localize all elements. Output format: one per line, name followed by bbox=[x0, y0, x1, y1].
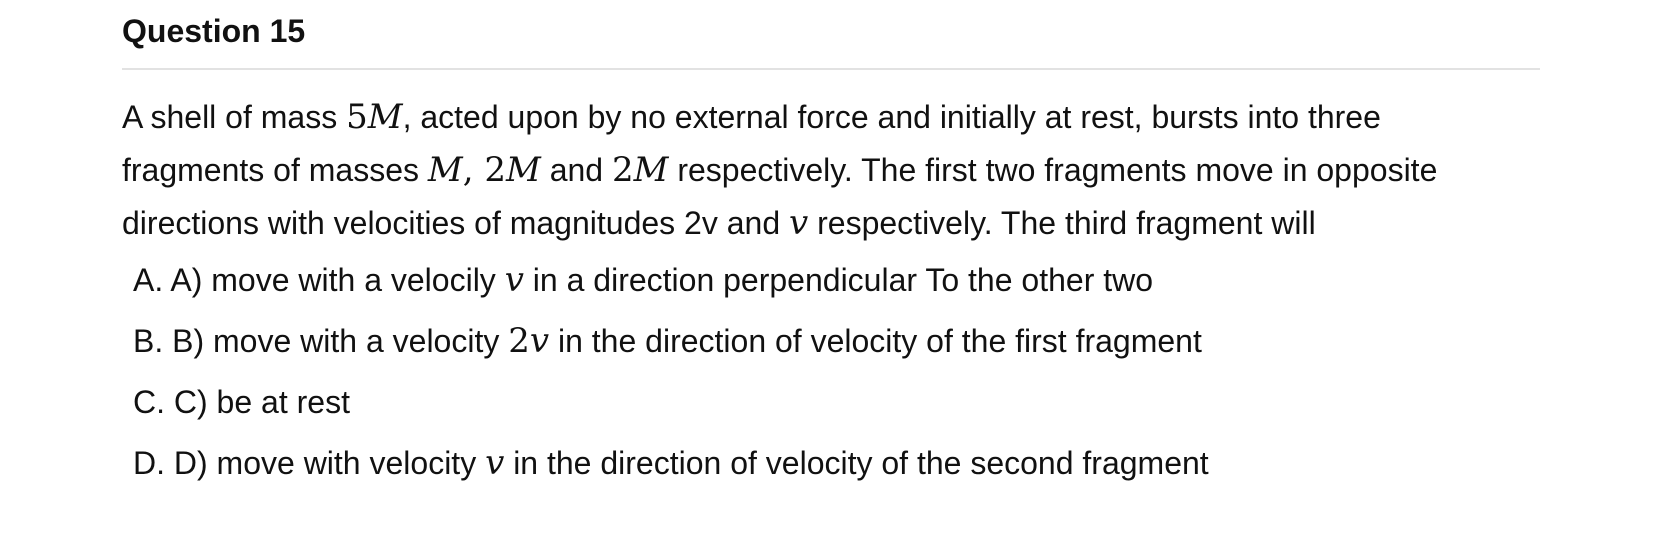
question-title: Question 15 bbox=[122, 13, 306, 49]
option-text: in the direction of velocity of the firs… bbox=[549, 323, 1202, 359]
option-text: D) move with velocity bbox=[165, 445, 486, 481]
option-letter: D. bbox=[133, 445, 165, 481]
option-letter: A. bbox=[133, 262, 164, 298]
option-text: in a direction perpendicular To the othe… bbox=[523, 262, 1154, 298]
stem-text: fragments of masses bbox=[122, 152, 428, 188]
math-variable: v bbox=[504, 260, 524, 300]
option-letter: C. bbox=[133, 384, 165, 420]
math-variable: M bbox=[505, 150, 541, 190]
stem-text: directions with velocities of magnitudes… bbox=[122, 205, 790, 241]
option-text: C) be at rest bbox=[165, 384, 350, 420]
option-c[interactable]: C. C) be at rest bbox=[133, 381, 350, 423]
stem-line-3: directions with velocities of magnitudes… bbox=[122, 197, 1542, 250]
option-text: in the direction of velocity of the seco… bbox=[504, 445, 1209, 481]
option-d[interactable]: D. D) move with velocity v in the direct… bbox=[133, 442, 1209, 484]
option-letter: B. bbox=[133, 323, 164, 359]
math-variable: v bbox=[529, 321, 550, 361]
math-expression: 2M bbox=[612, 150, 668, 190]
option-text: B) move with a velocity bbox=[163, 323, 509, 359]
stem-line-1: A shell of mass 5M, acted upon by no ext… bbox=[122, 91, 1542, 144]
math-number: 2 bbox=[611, 150, 634, 190]
option-text: A) move with a velocily bbox=[163, 262, 505, 298]
stem-text: and bbox=[540, 152, 612, 188]
math-number: 5 bbox=[346, 97, 368, 137]
math-expression: v bbox=[505, 260, 524, 300]
question-stem: A shell of mass 5M, acted upon by no ext… bbox=[122, 91, 1542, 250]
stem-text: respectively. The first two fragments mo… bbox=[668, 152, 1438, 188]
math-number: , 2 bbox=[462, 150, 506, 190]
stem-text: , acted upon by no external force and in… bbox=[402, 99, 1381, 135]
stem-text: respectively. The third fragment will bbox=[808, 205, 1316, 241]
stem-line-2: fragments of masses M, 2M and 2M respect… bbox=[122, 144, 1542, 197]
option-a[interactable]: A. A) move with a velocily v in a direct… bbox=[133, 259, 1153, 301]
math-variable: M bbox=[633, 150, 669, 190]
option-b[interactable]: B. B) move with a velocity 2v in the dir… bbox=[133, 320, 1202, 362]
math-expression: 5M bbox=[346, 97, 402, 137]
math-expression: v bbox=[485, 443, 504, 483]
math-variable: v bbox=[789, 203, 809, 243]
divider bbox=[122, 68, 1540, 70]
stem-text: A shell of mass bbox=[122, 99, 347, 135]
math-expression: v bbox=[789, 203, 808, 243]
math-expression: M, 2M bbox=[428, 150, 541, 190]
math-variable: v bbox=[485, 443, 505, 483]
math-expression: 2v bbox=[508, 321, 549, 361]
math-variable: M bbox=[427, 150, 463, 190]
math-variable: M bbox=[367, 97, 403, 137]
math-number: 2 bbox=[508, 321, 530, 361]
